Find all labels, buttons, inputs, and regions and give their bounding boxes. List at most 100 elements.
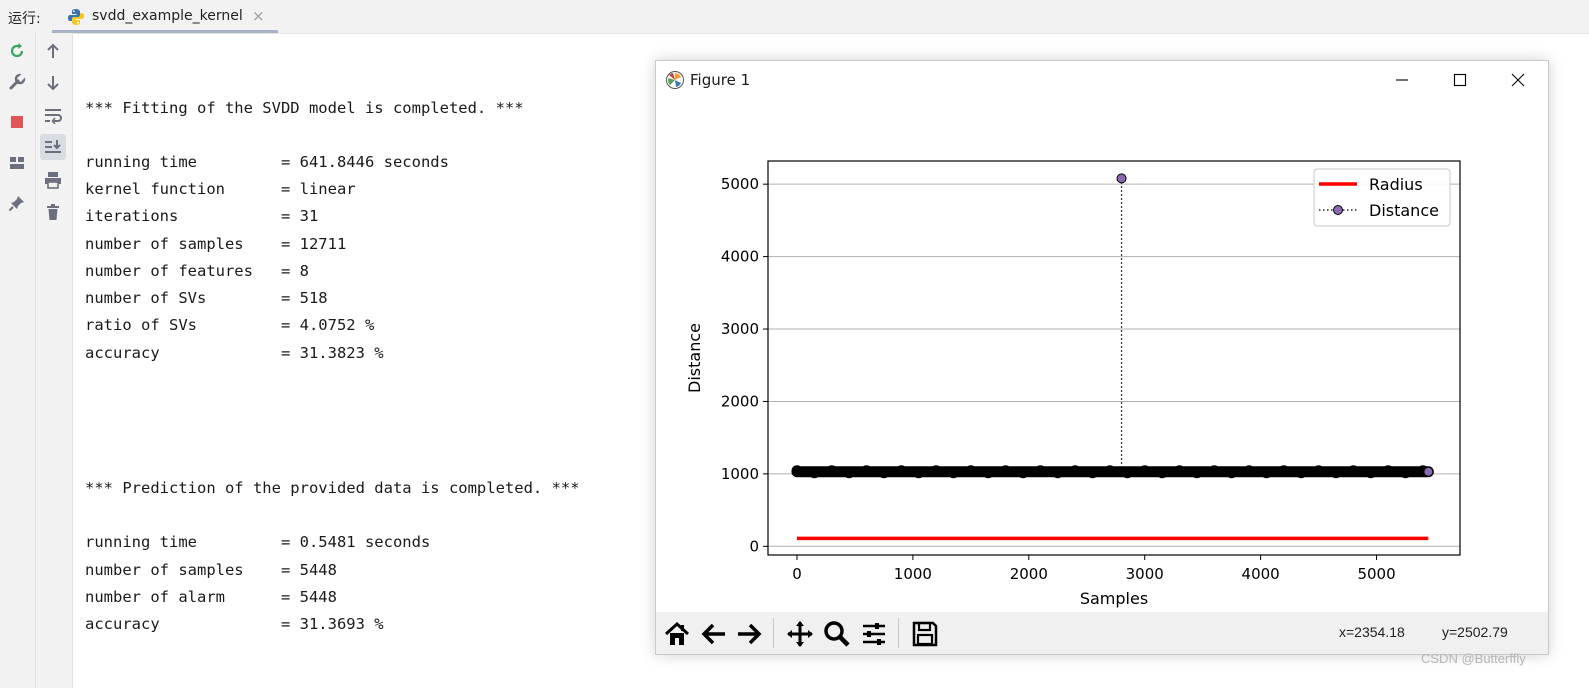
y-axis-label: Distance bbox=[685, 323, 704, 393]
distance-point bbox=[930, 465, 942, 477]
console-line: number of samples = 12711 bbox=[85, 235, 347, 253]
distance-spike-point bbox=[1116, 173, 1127, 184]
legend-radius-label: Radius bbox=[1369, 175, 1423, 194]
console-output: *** Fitting of the SVDD model is complet… bbox=[85, 96, 580, 633]
y-tick-label: 2000 bbox=[721, 392, 759, 410]
arrow-down-icon[interactable] bbox=[40, 70, 66, 96]
trash-icon[interactable] bbox=[40, 199, 66, 225]
distance-point bbox=[913, 467, 925, 479]
y-tick-label: 1000 bbox=[721, 465, 759, 483]
distance-point bbox=[878, 467, 890, 479]
console-line: iterations = 31 bbox=[85, 207, 319, 225]
back-icon[interactable] bbox=[697, 617, 730, 650]
figure-window: Figure 1 0 1000 2000 3000 4000 5000 0 1000 2000 3… bbox=[655, 60, 1549, 655]
distance-chart[interactable]: 0 1000 2000 3000 4000 5000 0 1000 2000 3000 4000 50… bbox=[656, 99, 1548, 612]
distance-point bbox=[1226, 467, 1238, 479]
distance-point bbox=[1295, 467, 1307, 479]
distance-point bbox=[861, 465, 873, 477]
console-line: accuracy = 31.3693 % bbox=[85, 615, 384, 633]
x-axis-label: Samples bbox=[1080, 589, 1148, 608]
distance-point bbox=[1243, 465, 1255, 477]
y-tick-label: 3000 bbox=[721, 320, 759, 338]
distance-point bbox=[1313, 465, 1325, 477]
configure-icon[interactable] bbox=[857, 617, 890, 650]
zoom-icon[interactable] bbox=[820, 617, 853, 650]
tab-active-indicator bbox=[52, 30, 278, 33]
x-tick-label: 2000 bbox=[1010, 565, 1048, 583]
home-icon[interactable] bbox=[660, 617, 693, 650]
distance-point bbox=[808, 467, 820, 479]
console-line: running time = 641.8446 seconds bbox=[85, 153, 449, 171]
close-icon[interactable] bbox=[1495, 65, 1541, 95]
distance-point bbox=[1330, 467, 1342, 479]
wrench-icon[interactable] bbox=[4, 69, 30, 95]
figure-title: Figure 1 bbox=[690, 71, 751, 89]
distance-point bbox=[1000, 465, 1012, 477]
y-tick-label: 5000 bbox=[721, 175, 759, 193]
minimize-icon[interactable] bbox=[1379, 65, 1425, 95]
distance-point bbox=[1400, 467, 1412, 479]
soft-wrap-icon[interactable] bbox=[40, 102, 66, 128]
legend-distance-label: Distance bbox=[1369, 201, 1439, 220]
run-toolbar-right bbox=[36, 33, 73, 688]
cursor-y-readout: y=2502.79 bbox=[1442, 624, 1508, 640]
x-tick-label: 0 bbox=[792, 565, 802, 583]
y-tick-label: 4000 bbox=[721, 248, 759, 266]
figure-titlebar[interactable]: Figure 1 bbox=[656, 61, 1548, 99]
distance-point bbox=[826, 465, 838, 477]
rerun-icon[interactable] bbox=[4, 38, 30, 64]
close-tab-icon[interactable]: × bbox=[252, 7, 265, 25]
run-tab[interactable]: svdd_example_kernel × bbox=[52, 0, 278, 33]
distance-point bbox=[947, 467, 959, 479]
distance-point bbox=[843, 467, 855, 479]
distance-point bbox=[965, 465, 977, 477]
matplotlib-logo-icon bbox=[665, 70, 685, 94]
console-line: kernel function = linear bbox=[85, 180, 356, 198]
save-icon[interactable] bbox=[908, 617, 941, 650]
arrow-up-icon[interactable] bbox=[40, 38, 66, 64]
x-tick-label: 4000 bbox=[1242, 565, 1280, 583]
distance-point bbox=[1278, 465, 1290, 477]
run-toolbar-left bbox=[0, 33, 36, 688]
distance-point bbox=[1052, 467, 1064, 479]
layout-icon[interactable] bbox=[4, 150, 30, 176]
distance-point bbox=[1347, 465, 1359, 477]
distance-point bbox=[1087, 467, 1099, 479]
pin-icon[interactable] bbox=[4, 190, 30, 216]
distance-point bbox=[895, 465, 907, 477]
stop-icon[interactable] bbox=[4, 109, 30, 135]
distance-point bbox=[1191, 467, 1203, 479]
maximize-icon[interactable] bbox=[1437, 65, 1483, 95]
console-line: accuracy = 31.3823 % bbox=[85, 344, 384, 362]
console-line: ratio of SVs = 4.0752 % bbox=[85, 316, 375, 334]
distance-point bbox=[1173, 465, 1185, 477]
forward-icon[interactable] bbox=[732, 617, 765, 650]
y-tick-label: 0 bbox=[749, 537, 759, 555]
distance-point bbox=[1208, 465, 1220, 477]
x-tick-label: 5000 bbox=[1357, 565, 1395, 583]
distance-point bbox=[1382, 465, 1394, 477]
x-tick-label: 3000 bbox=[1126, 565, 1164, 583]
legend-distance-marker bbox=[1333, 205, 1343, 215]
console-line: number of SVs = 518 bbox=[85, 289, 328, 307]
distance-point bbox=[1121, 467, 1133, 479]
console-line-fit-header: *** Fitting of the SVDD model is complet… bbox=[85, 99, 524, 117]
python-icon bbox=[67, 8, 85, 26]
distance-point bbox=[1017, 467, 1029, 479]
watermark: CSDN @Butterffly bbox=[1421, 651, 1526, 666]
scroll-to-end-icon[interactable] bbox=[40, 134, 66, 160]
distance-point bbox=[1104, 465, 1116, 477]
distance-point bbox=[1156, 467, 1168, 479]
console-line: running time = 0.5481 seconds bbox=[85, 533, 431, 551]
console-line: number of features = 8 bbox=[85, 262, 309, 280]
pan-icon[interactable] bbox=[783, 617, 816, 650]
run-label: 运行: bbox=[8, 11, 41, 27]
distance-point bbox=[1034, 465, 1046, 477]
console-line: number of samples = 5448 bbox=[85, 561, 337, 579]
x-tick-label: 1000 bbox=[894, 565, 932, 583]
print-icon[interactable] bbox=[40, 167, 66, 193]
distance-point bbox=[791, 465, 803, 477]
cursor-x-readout: x=2354.18 bbox=[1339, 624, 1405, 640]
distance-point bbox=[1069, 465, 1081, 477]
figure-toolbar: x=2354.18 y=2502.79 bbox=[656, 612, 1548, 654]
